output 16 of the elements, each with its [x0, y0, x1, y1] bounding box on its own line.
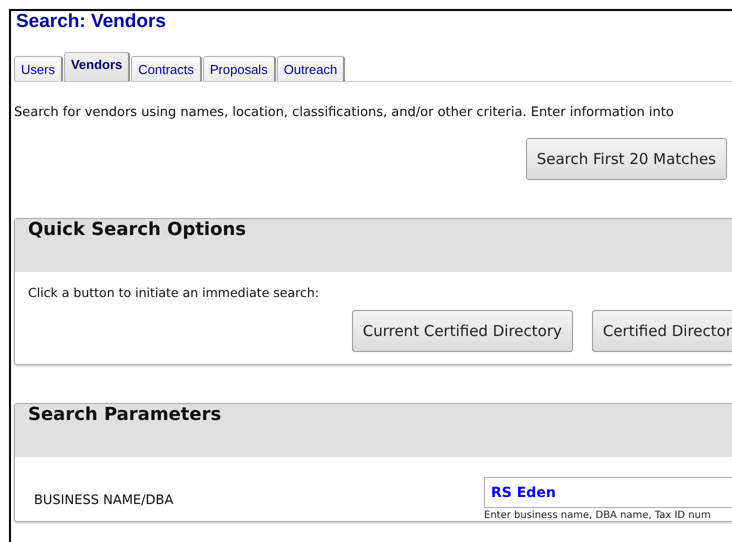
intro-text: Search for vendors using names, location, classifications, and/or other criteria. Enter information into: [14, 105, 674, 120]
search-button[interactable]: Search First 20 Matches: [526, 138, 727, 180]
tab[interactable]: Outreach: [276, 56, 346, 81]
panel-title: Search Parameters: [15, 404, 732, 457]
directory-button[interactable]: Certified Director: [592, 310, 732, 352]
instruction-text: Click a button to initiate an immediate search:: [28, 285, 320, 300]
field-label: BUSINESS NAME/DBA: [34, 493, 174, 508]
panel-title: Quick Search Options: [15, 219, 732, 272]
field-hint: Enter business name, DBA name, Tax ID num: [484, 510, 711, 521]
tab[interactable]: Users: [14, 56, 63, 81]
page-title: Search: Vendors: [15, 11, 166, 34]
tab[interactable]: Proposals: [202, 56, 276, 81]
tab[interactable]: Contracts: [131, 56, 202, 81]
directory-button[interactable]: Current Certified Directory: [352, 310, 573, 352]
business-name-field[interactable]: RS Eden: [484, 477, 732, 508]
tab[interactable]: Vendors: [64, 52, 130, 81]
